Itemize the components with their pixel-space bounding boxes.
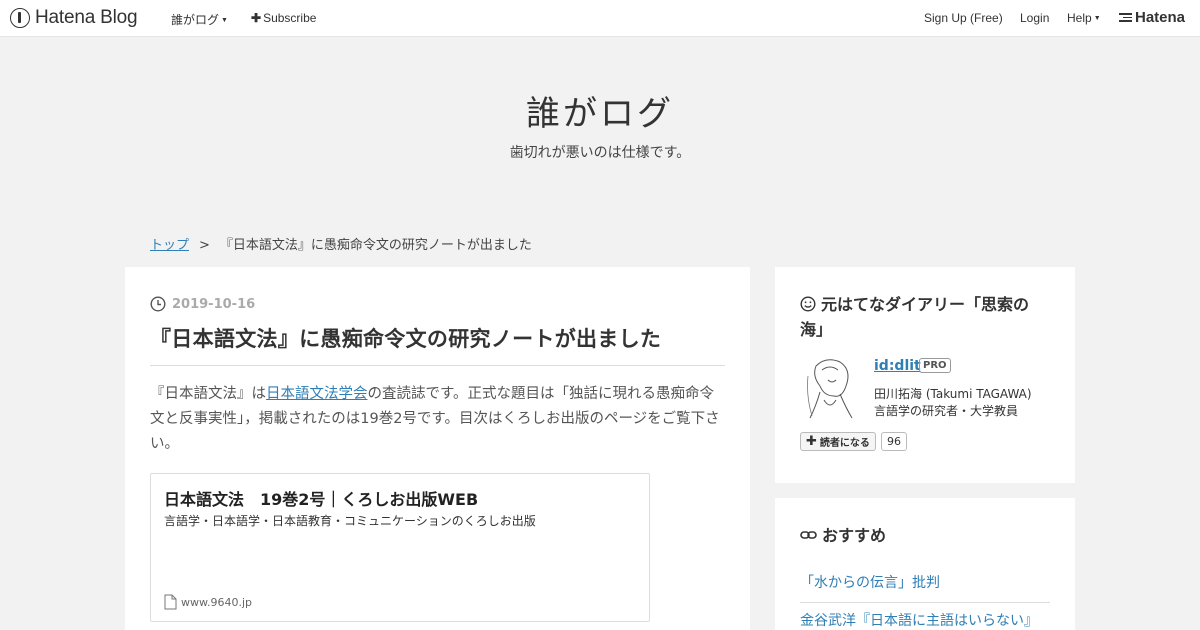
smile-icon bbox=[800, 296, 816, 312]
hatena-label: Hatena bbox=[1135, 9, 1186, 26]
profile-module-title-text: 元はてなダイアリー「思索の海」 bbox=[800, 295, 1030, 339]
embed-title[interactable]: 日本語文法 19巻2号｜くろしお出版WEB bbox=[164, 486, 478, 510]
help-menu[interactable]: Help ▼ bbox=[1067, 11, 1101, 25]
breadcrumb-current: 『日本語文法』に愚痴命令文の研究ノートが出ました bbox=[219, 238, 532, 253]
recommendation-link[interactable]: 「水からの伝言」批判 bbox=[800, 572, 1050, 603]
breadcrumb-top-link[interactable]: トップ bbox=[150, 238, 189, 253]
login-link[interactable]: Login bbox=[1020, 11, 1049, 25]
entry-date-text: 2019-10-16 bbox=[172, 296, 256, 312]
blog-description: 歯切れが悪いのは仕様です。 bbox=[509, 145, 691, 161]
caret-down-icon: ▼ bbox=[221, 17, 228, 24]
recommend-module-title-text: おすすめ bbox=[822, 526, 887, 545]
signup-link[interactable]: Sign Up (Free) bbox=[924, 11, 1003, 25]
caret-down-icon: ▼ bbox=[1093, 15, 1101, 22]
breadcrumb-separator: > bbox=[199, 238, 210, 253]
hatena-blog-logo-icon bbox=[10, 8, 30, 28]
blog-menu[interactable]: 誰がログ ▼ bbox=[171, 11, 228, 28]
subscriber-count[interactable]: 96 bbox=[881, 432, 907, 451]
entry-body-prefix: 『日本語文法』は bbox=[150, 386, 266, 402]
recommend-module-title: おすすめ bbox=[800, 523, 886, 548]
hatena-blog-logo[interactable]: Hatena Blog bbox=[10, 7, 138, 29]
plus-icon: ✚ bbox=[806, 434, 817, 449]
embed-card[interactable]: 日本語文法 19巻2号｜くろしお出版WEB 言語学・日本語学・日本語教育・コミュ… bbox=[150, 473, 650, 622]
entry-date[interactable]: 2019-10-16 bbox=[150, 296, 255, 312]
subscribe-link[interactable]: ✚ Subscribe bbox=[251, 11, 316, 25]
entry-body: 『日本語文法』は日本語文法学会の査読誌です。正式な題目は「独話に現れる愚痴命令文… bbox=[150, 382, 725, 457]
subscribe-button-label: 読者になる bbox=[819, 438, 870, 449]
global-header: Hatena Blog 誰がログ ▼ ✚ Subscribe Sign Up (Fr… bbox=[0, 0, 1200, 37]
profile-name: 田川拓海 (Takumi TAGAWA) bbox=[874, 387, 1032, 401]
embed-site[interactable]: www.9640.jp bbox=[164, 594, 252, 610]
profile-description: 言語学の研究者・大学教員 bbox=[874, 404, 1019, 418]
profile-id-link[interactable]: id:dlit bbox=[874, 358, 921, 374]
subscribe-button[interactable]: ✚ 読者になる bbox=[800, 432, 876, 451]
hatena-logo[interactable]: Hatena bbox=[1119, 9, 1185, 26]
subscribe-label: Subscribe bbox=[263, 11, 317, 25]
embed-site-text: www.9640.jp bbox=[181, 595, 253, 609]
profile-module-title: 元はてなダイアリー「思索の海」 bbox=[800, 292, 1050, 342]
link-icon bbox=[800, 531, 817, 539]
avatar[interactable] bbox=[806, 356, 854, 422]
document-icon bbox=[164, 594, 177, 610]
society-link[interactable]: 日本語文法学会 bbox=[266, 386, 368, 402]
blog-menu-label: 誰がログ bbox=[171, 13, 220, 27]
recommendation-link[interactable]: 金谷武洋『日本語に主語はいらない』 bbox=[800, 610, 1050, 630]
logo-text: Hatena Blog bbox=[35, 7, 138, 28]
breadcrumb: トップ > 『日本語文法』に愚痴命令文の研究ノートが出ました bbox=[150, 234, 532, 253]
clock-icon bbox=[150, 296, 166, 312]
plus-icon: ✚ bbox=[251, 11, 262, 25]
pro-badge: PRO bbox=[919, 358, 951, 373]
embed-description: 言語学・日本語学・日本語教育・コミュニケーションのくろしお出版 bbox=[164, 514, 536, 528]
help-label: Help bbox=[1067, 11, 1092, 25]
hatena-lines-icon bbox=[1119, 11, 1132, 24]
blog-title[interactable]: 誰がログ bbox=[0, 86, 1200, 135]
entry-title[interactable]: 『日本語文法』に愚痴命令文の研究ノートが出ました bbox=[150, 323, 725, 366]
